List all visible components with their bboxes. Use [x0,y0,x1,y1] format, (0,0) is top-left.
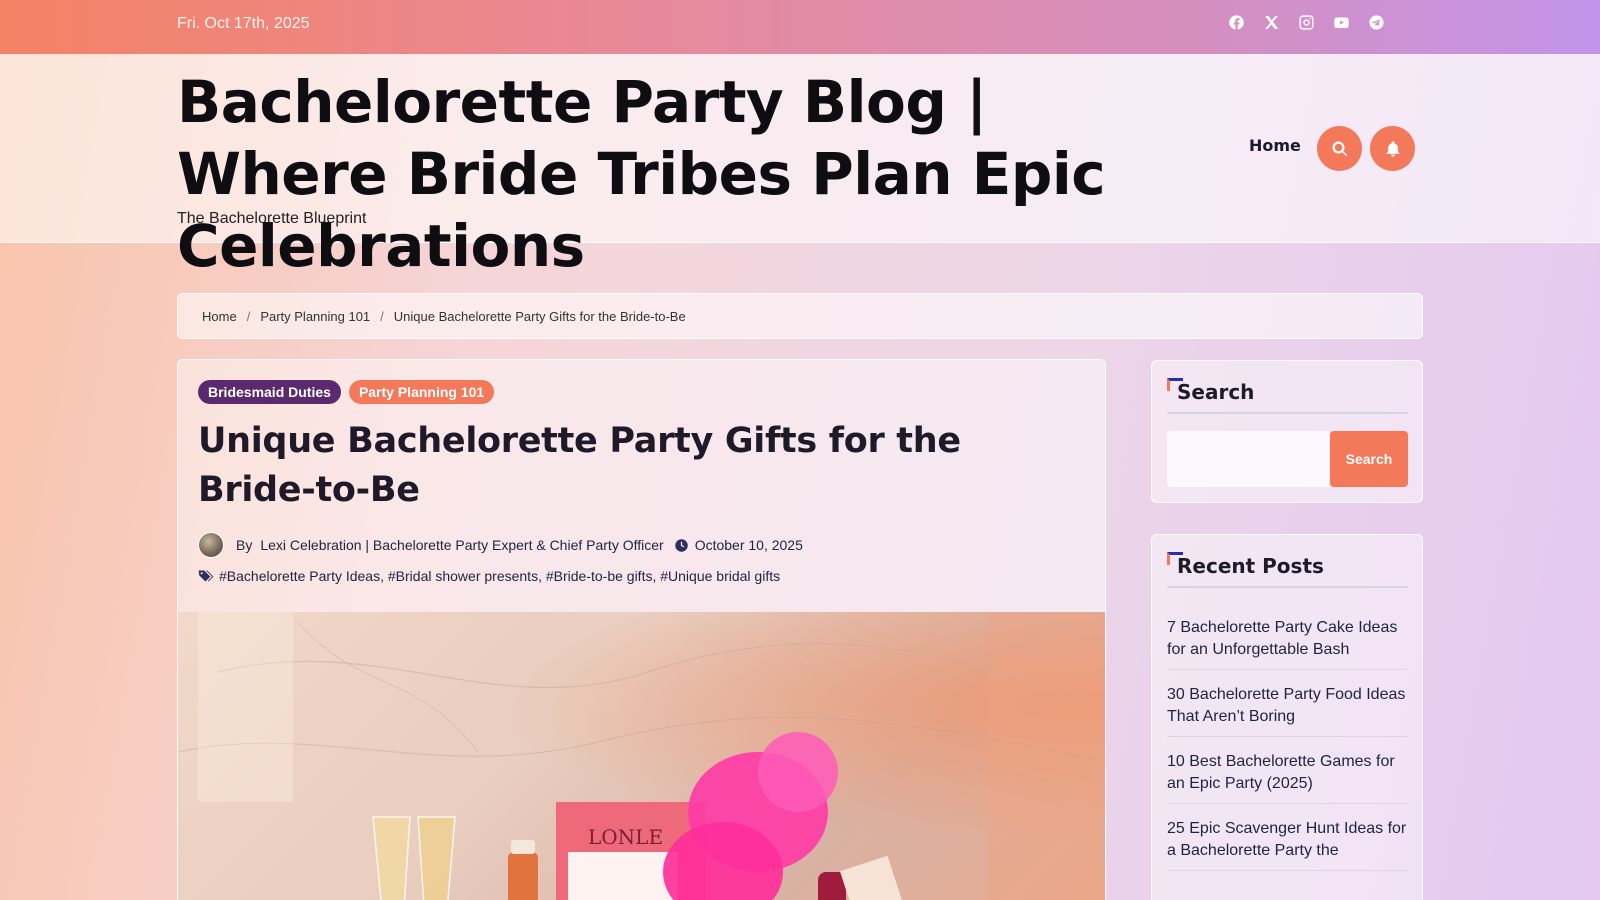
category-badge[interactable]: Party Planning 101 [348,380,495,404]
youtube-icon[interactable] [1332,13,1351,32]
breadcrumb-category[interactable]: Party Planning 101 [260,309,370,324]
list-item: 7 Bachelorette Party Cake Ideas for an U… [1167,617,1408,670]
recent-posts-heading: Recent Posts [1177,554,1324,578]
tag-comma: , [652,568,661,584]
sidebar-search-input[interactable] [1167,431,1329,487]
notifications-button[interactable] [1370,126,1415,171]
site-tagline: The Bachelorette Blueprint [177,210,367,227]
x-twitter-icon[interactable] [1262,13,1281,32]
breadcrumb-home[interactable]: Home [202,309,237,324]
author-avatar[interactable] [198,532,224,558]
recent-post-link[interactable]: 30 Bachelorette Party Food Ideas That Ar… [1167,686,1405,725]
tag-link[interactable]: #Unique bridal gifts [660,568,780,584]
facebook-icon[interactable] [1227,13,1246,32]
by-label: By [236,537,253,553]
featured-image: LONLE [178,612,1105,900]
post-title: Unique Bachelorette Party Gifts for the … [198,421,961,510]
post-date[interactable]: October 10, 2025 [695,537,803,553]
recent-post-link[interactable]: 25 Epic Scavenger Hunt Ideas for a Bache… [1167,820,1406,859]
breadcrumb: Home / Party Planning 101 / Unique Bache… [177,293,1423,339]
recent-post-link[interactable]: 10 Best Bachelorette Games for an Epic P… [1167,753,1395,792]
tag-comma: , [538,568,546,584]
tag-link[interactable]: #Bride-to-be gifts [546,568,653,584]
post-categories: Bridesmaid Duties Party Planning 101 [198,380,495,404]
search-icon [1331,140,1347,156]
svg-text:LONLE: LONLE [588,825,663,849]
category-badge[interactable]: Bridesmaid Duties [198,380,341,404]
breadcrumb-separator: / [380,308,384,324]
current-date: Fri. Oct 17th, 2025 [177,15,310,32]
sidebar-search-button[interactable]: Search [1330,431,1408,487]
search-widget: Search Search [1151,360,1423,503]
clock-icon [674,538,688,552]
list-item: 10 Best Bachelorette Games for an Epic P… [1167,751,1408,804]
site-title[interactable]: Bachelorette Party Blog | Where Bride Tr… [177,66,1187,282]
recent-posts-widget: Recent Posts 7 Bachelorette Party Cake I… [1151,534,1423,900]
author-link[interactable]: Lexi Celebration | Bachelorette Party Ex… [260,537,663,553]
search-widget-heading: Search [1177,380,1255,404]
top-bar: Fri. Oct 17th, 2025 [0,0,1600,54]
tags-icon [198,570,214,582]
post-tags: #Bachelorette Party Ideas, #Bridal showe… [198,568,780,584]
site-header: Bachelorette Party Blog | Where Bride Tr… [0,54,1600,280]
telegram-icon[interactable] [1367,13,1386,32]
instagram-icon[interactable] [1297,13,1316,32]
tag-link[interactable]: #Bridal shower presents [388,568,538,584]
widget-title: Recent Posts [1167,552,1408,588]
breadcrumb-separator: / [246,308,251,324]
header-search-button[interactable] [1317,126,1362,171]
list-item: 30 Bachelorette Party Food Ideas That Ar… [1167,684,1408,737]
recent-post-link[interactable]: 7 Bachelorette Party Cake Ideas for an U… [1167,619,1397,658]
breadcrumb-current: Unique Bachelorette Party Gifts for the … [393,308,686,324]
bell-icon [1386,141,1399,156]
featured-image-illustration: LONLE [178,612,1105,900]
recent-posts-list: 7 Bachelorette Party Cake Ideas for an U… [1167,617,1408,885]
social-links [1227,13,1386,32]
tag-comma: , [380,568,388,584]
nav-home-link[interactable]: Home [1249,136,1301,155]
widget-title: Search [1167,378,1408,414]
list-item: 25 Epic Scavenger Hunt Ideas for a Bache… [1167,818,1408,871]
tag-link[interactable]: #Bachelorette Party Ideas [219,568,380,584]
post-meta: By Lexi Celebration | Bachelorette Party… [198,532,803,558]
title-corner-accent [1167,552,1183,565]
post-card: Bridesmaid Duties Party Planning 101 Uni… [177,359,1106,900]
title-corner-accent [1167,378,1183,391]
